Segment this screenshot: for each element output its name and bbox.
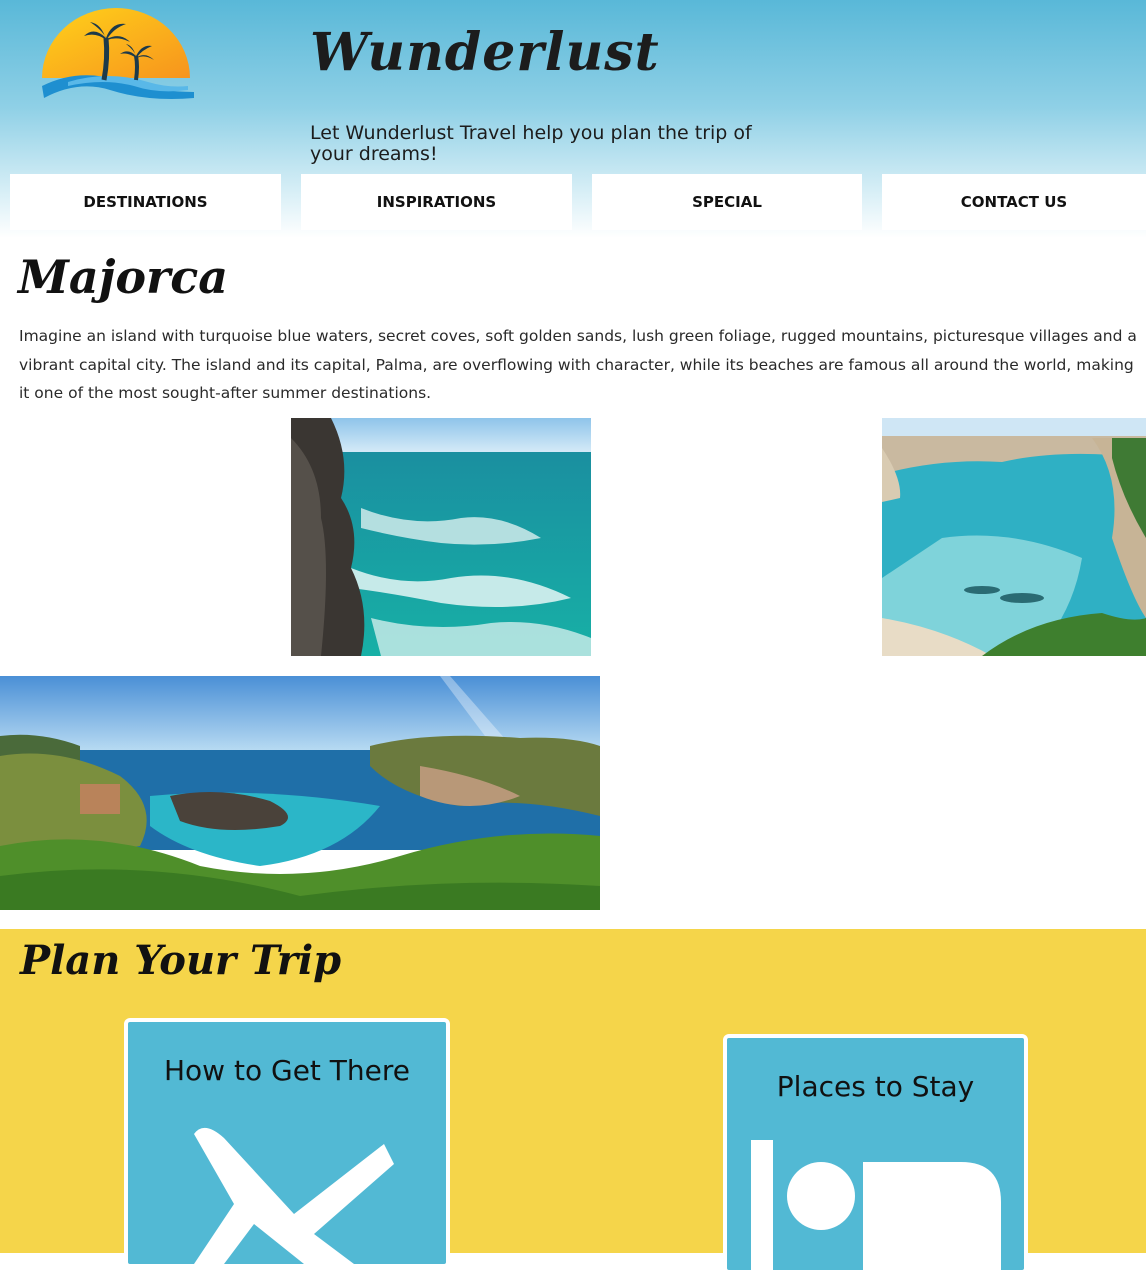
nav-special[interactable]: SPECIAL <box>592 174 862 230</box>
places-to-stay-card[interactable]: Places to Stay <box>723 1034 1028 1274</box>
palm-tree-sunset-logo[interactable] <box>38 6 198 102</box>
nav-contact-us[interactable]: CONTACT US <box>882 174 1146 230</box>
page-heading: Majorca <box>18 250 229 304</box>
intro-paragraph: Imagine an island with turquoise blue wa… <box>19 327 1137 402</box>
card-title-places-to-stay: Places to Stay <box>776 1070 975 1103</box>
plan-your-trip-section: Plan Your Trip How to Get There Places t… <box>0 929 1146 1274</box>
sandy-cove-photo <box>882 418 1146 656</box>
nav-inspirations[interactable]: INSPIRATIONS <box>301 174 572 230</box>
plan-heading: Plan Your Trip <box>20 937 342 984</box>
bed-icon <box>751 1140 1011 1270</box>
cove-panorama-photo <box>0 676 600 910</box>
how-to-get-there-card[interactable]: How to Get There <box>124 1018 450 1268</box>
site-tagline: Let Wunderlust Travel help you plan the … <box>310 122 752 165</box>
nav-destinations[interactable]: DESTINATIONS <box>10 174 281 230</box>
site-title: Wunderlust <box>310 22 660 83</box>
card-title-how-to-get-there: How to Get There <box>164 1054 410 1087</box>
airplane-icon <box>184 1124 394 1264</box>
main-nav: DESTINATIONS INSPIRATIONS SPECIAL CONTAC… <box>0 174 1146 230</box>
rocky-coast-waves-photo <box>291 418 591 656</box>
site-header: Wunderlust Let Wunderlust Travel help yo… <box>0 0 1146 238</box>
